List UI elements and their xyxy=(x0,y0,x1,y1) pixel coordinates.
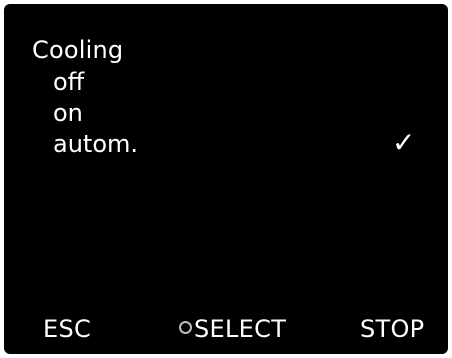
esc-softkey[interactable]: ESC xyxy=(43,315,91,343)
selected-check-icon: ✓ xyxy=(392,126,416,159)
stop-softkey[interactable]: STOP xyxy=(360,315,424,343)
option-on[interactable]: on xyxy=(53,98,138,129)
option-autom[interactable]: autom. xyxy=(53,129,138,160)
menu-title: Cooling xyxy=(32,36,124,64)
option-list: off on autom. xyxy=(53,67,138,160)
select-softkey[interactable]: SELECT xyxy=(179,315,286,343)
display-screen: Cooling off on autom. ✓ ESC SELECT STOP xyxy=(4,4,448,354)
rotary-knob-icon xyxy=(179,321,192,334)
option-off[interactable]: off xyxy=(53,67,138,98)
select-softkey-label: SELECT xyxy=(194,315,287,343)
